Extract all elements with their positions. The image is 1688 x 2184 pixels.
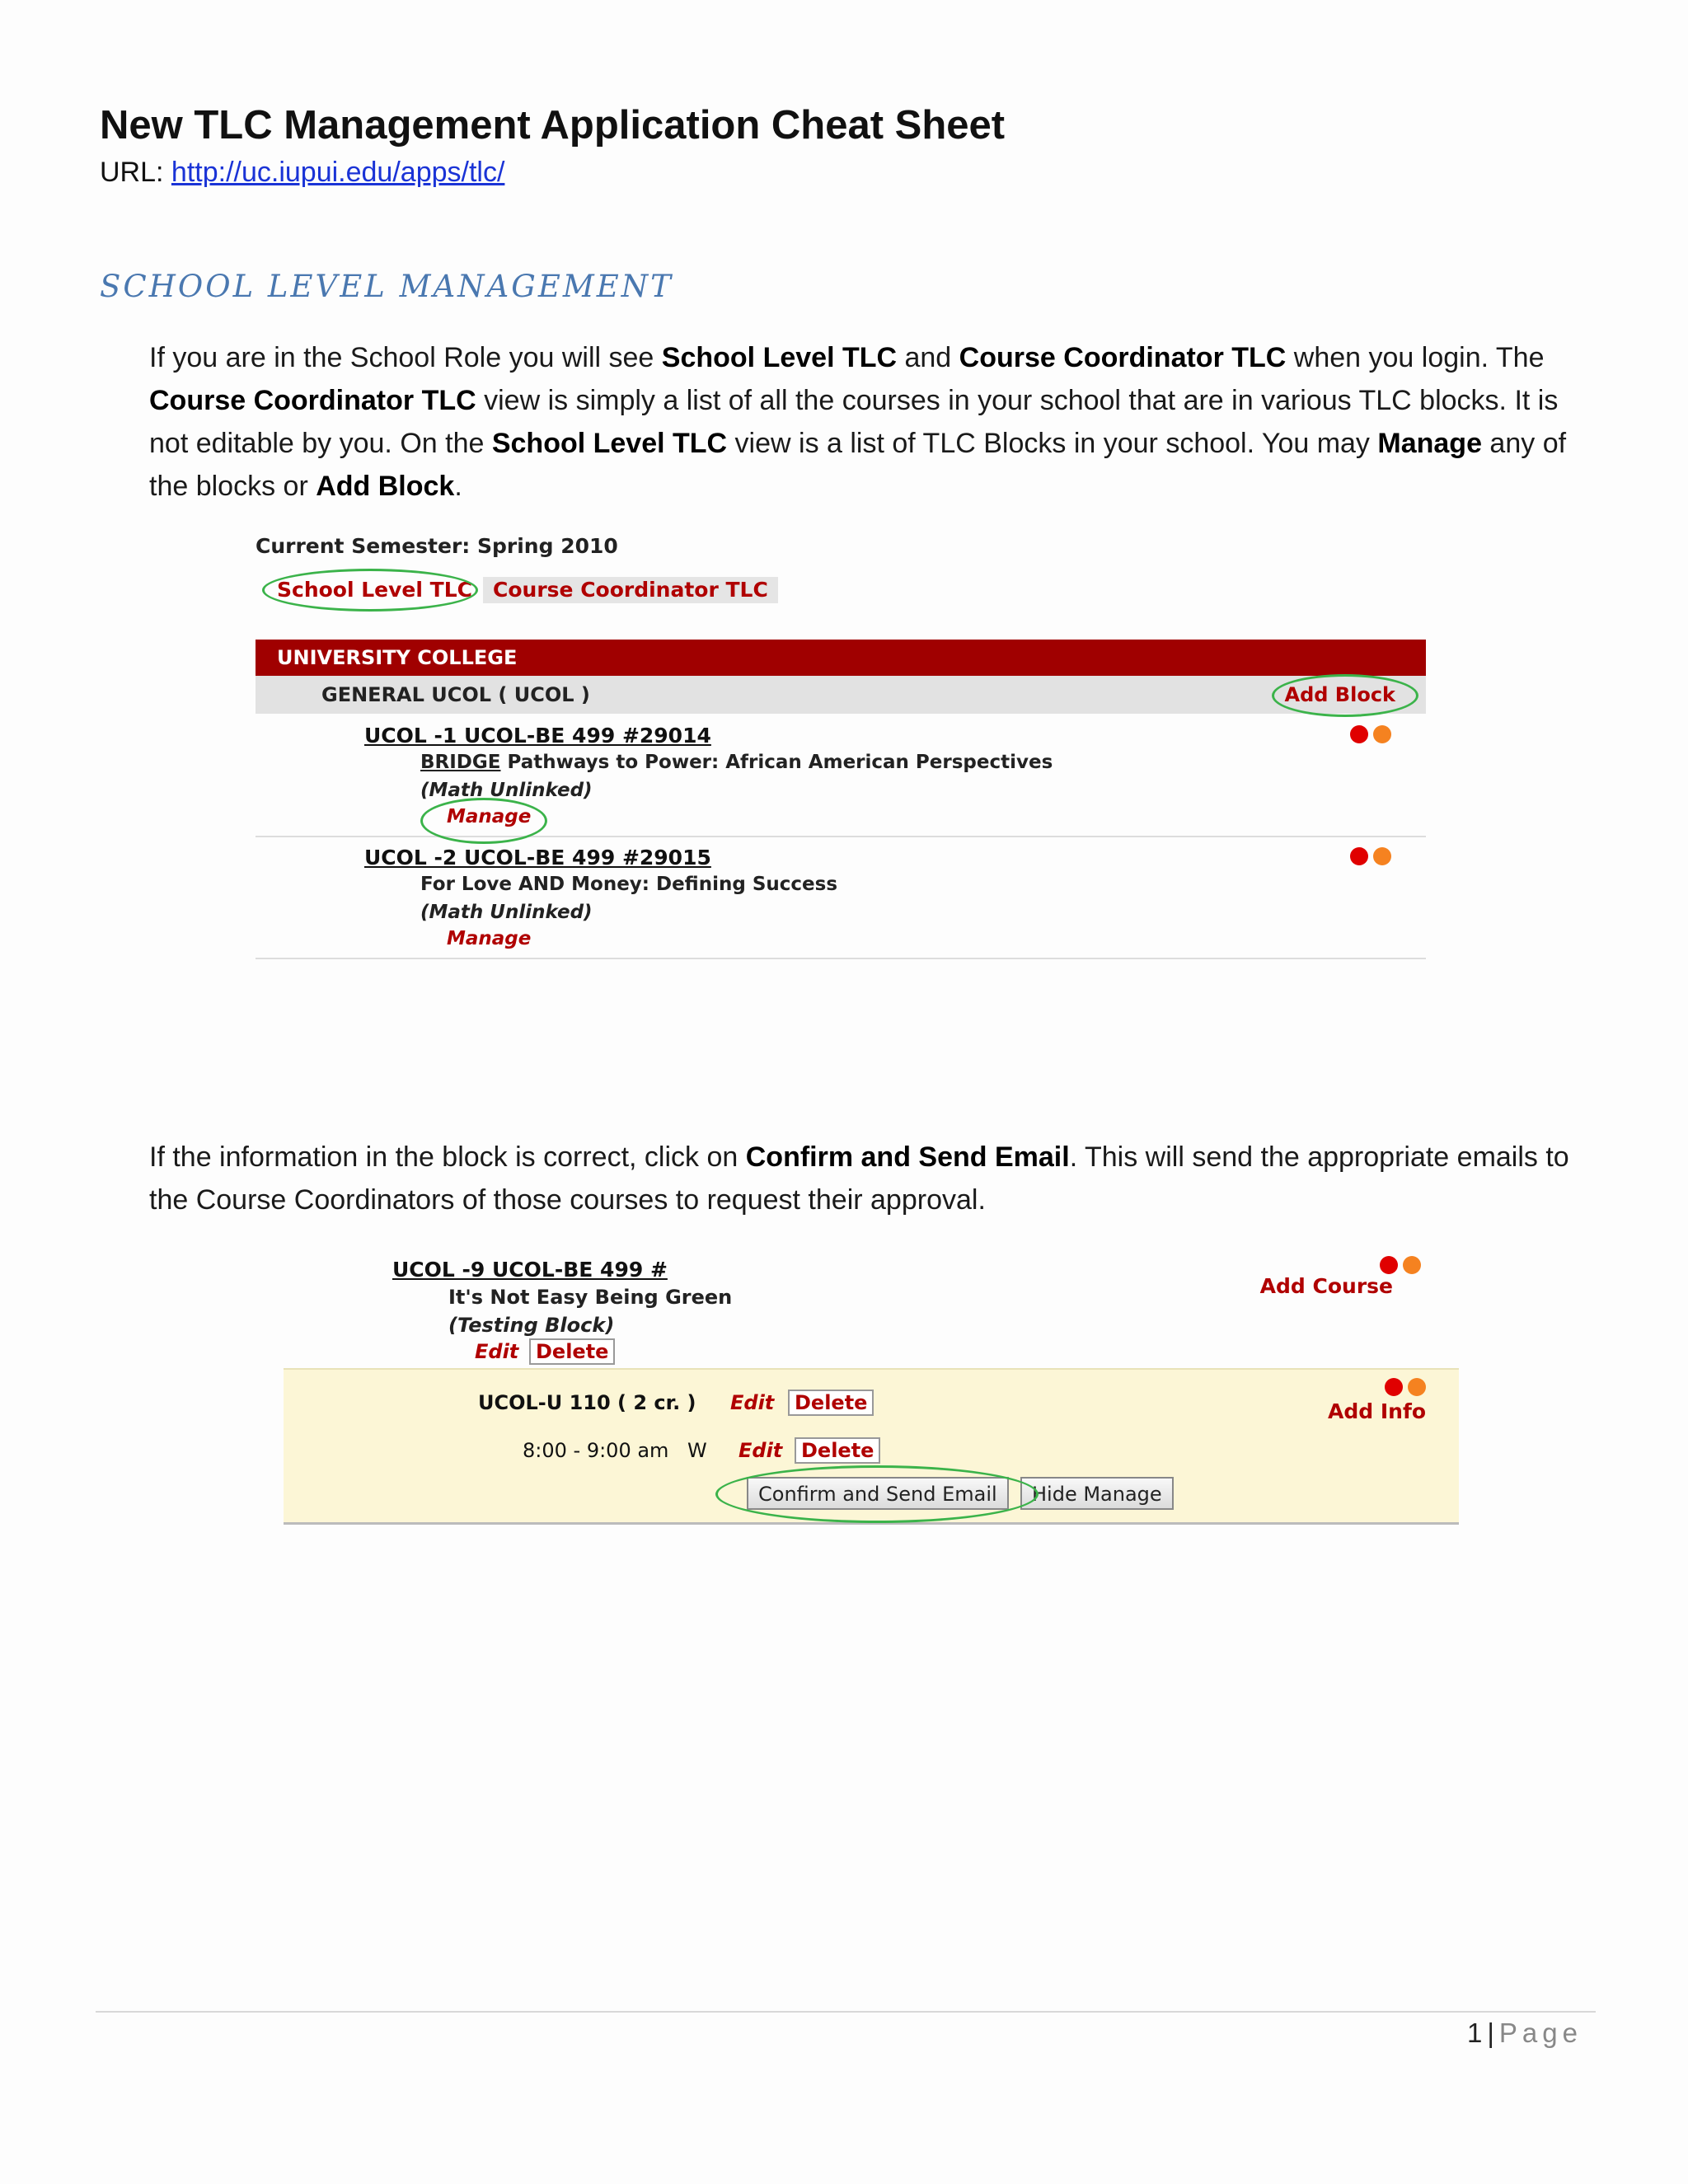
add-info-link[interactable]: Add Info — [1328, 1399, 1426, 1423]
red-status-dot-icon — [1350, 847, 1368, 865]
text-run: . — [454, 471, 462, 502]
text-run: when you login. The — [1286, 342, 1545, 373]
block-status: (Math Unlinked) — [420, 780, 593, 801]
page-number-value: 1 — [1466, 2018, 1483, 2048]
block-title: It's Not Easy Being Green — [448, 1286, 733, 1309]
department-name: GENERAL UCOL ( UCOL ) — [321, 683, 590, 706]
red-status-dot-icon — [1385, 1378, 1403, 1396]
bold-run: Add Block — [316, 471, 455, 502]
bold-run: School Level TLC — [491, 428, 728, 459]
orange-status-dot-icon — [1408, 1378, 1426, 1396]
manage-block-screenshot: UCOL -9 UCOL-BE 499 # It's Not Easy Bein… — [284, 1244, 1459, 1525]
block-title: For Love AND Money: Defining Success — [420, 874, 837, 895]
bold-run: Manage — [1377, 428, 1482, 459]
confirm-and-send-email-button[interactable]: Confirm and Send Email — [747, 1477, 1009, 1510]
course-panel: UCOL-U 110 ( 2 cr. ) Edit Delete Add Inf… — [284, 1368, 1459, 1525]
edit-block-link[interactable]: Edit — [475, 1340, 518, 1363]
current-semester: Current Semester: Spring 2010 — [256, 534, 618, 558]
orange-status-dot-icon — [1373, 847, 1391, 865]
edit-time-link[interactable]: Edit — [738, 1439, 782, 1462]
bold-run: Confirm and Send Email — [745, 1141, 1070, 1173]
tab-school-level-tlc[interactable]: School Level TLC — [267, 577, 482, 603]
add-block-link[interactable]: Add Block — [1285, 676, 1395, 714]
url-link[interactable]: http://uc.iupui.edu/apps/tlc/ — [171, 157, 504, 188]
manage-link[interactable]: Manage — [447, 928, 531, 949]
block-title: BRIDGE Pathways to Power: African Americ… — [420, 752, 1053, 773]
orange-status-dot-icon — [1373, 725, 1391, 743]
status-dots — [1350, 847, 1396, 867]
document-title: New TLC Management Application Cheat She… — [100, 103, 1006, 148]
block-course-link[interactable]: UCOL -1 UCOL-BE 499 #29014 — [364, 724, 711, 748]
text-run: and — [897, 342, 959, 373]
department-row: GENERAL UCOL ( UCOL ) Add Block — [256, 676, 1426, 714]
red-status-dot-icon — [1350, 725, 1368, 743]
meeting-time: 8:00 - 9:00 am — [523, 1439, 669, 1462]
section-heading: SCHOOL LEVEL MANAGEMENT — [100, 269, 673, 304]
text-run: view is a list of TLC Blocks in your sch… — [727, 428, 1378, 459]
status-dots — [1385, 1378, 1431, 1398]
url-label: URL: — [100, 157, 164, 188]
page-word: Page — [1498, 2018, 1582, 2048]
tlc-block: UCOL -2 UCOL-BE 499 #29015 For Love AND … — [256, 839, 1426, 959]
status-dots — [1350, 725, 1396, 745]
block-course-link[interactable]: UCOL -9 UCOL-BE 499 # — [392, 1258, 668, 1282]
title-prefix: BRIDGE — [420, 752, 501, 773]
manage-link[interactable]: Manage — [447, 806, 531, 827]
title-rest: Pathways to Power: African American Pers… — [500, 752, 1053, 773]
tlc-block: UCOL -1 UCOL-BE 499 #29014 BRIDGE Pathwa… — [256, 717, 1426, 837]
block-status: (Testing Block) — [448, 1314, 615, 1337]
bold-run: School Level TLC — [661, 342, 898, 373]
school-level-screenshot: Current Semester: Spring 2010 School Lev… — [256, 534, 1426, 963]
text-run: If the information in the block is corre… — [149, 1141, 746, 1173]
edit-course-link[interactable]: Edit — [730, 1391, 774, 1414]
title-rest: For Love AND Money: Defining Success — [420, 874, 838, 895]
status-dots — [1380, 1256, 1426, 1276]
confirm-paragraph: If the information in the block is corre… — [149, 1136, 1600, 1221]
page-number: 1 | Page — [1467, 2018, 1582, 2049]
orange-status-dot-icon — [1403, 1256, 1421, 1274]
meeting-day: W — [687, 1439, 707, 1462]
delete-course-button[interactable]: Delete — [788, 1390, 874, 1416]
bold-run: Course Coordinator TLC — [149, 385, 476, 416]
intro-paragraph: If you are in the School Role you will s… — [149, 336, 1600, 508]
course-unit: UCOL-U 110 ( 2 cr. ) — [478, 1391, 696, 1414]
footer-rule — [96, 2011, 1596, 2013]
add-course-link[interactable]: Add Course — [1260, 1274, 1393, 1298]
red-status-dot-icon — [1380, 1256, 1398, 1274]
block-status: (Math Unlinked) — [420, 902, 593, 923]
page-separator: | — [1487, 2018, 1494, 2048]
delete-block-button[interactable]: Delete — [529, 1338, 616, 1365]
college-header: UNIVERSITY COLLEGE — [256, 640, 1426, 676]
text-run: If you are in the School Role you will s… — [149, 342, 662, 373]
block-course-link[interactable]: UCOL -2 UCOL-BE 499 #29015 — [364, 846, 711, 869]
hide-manage-button[interactable]: Hide Manage — [1020, 1477, 1174, 1510]
bold-run: Course Coordinator TLC — [959, 342, 1287, 373]
tab-course-coordinator-tlc[interactable]: Course Coordinator TLC — [483, 577, 778, 603]
delete-time-button[interactable]: Delete — [795, 1437, 881, 1464]
url-line: URL: http://uc.iupui.edu/apps/tlc/ — [100, 157, 504, 189]
